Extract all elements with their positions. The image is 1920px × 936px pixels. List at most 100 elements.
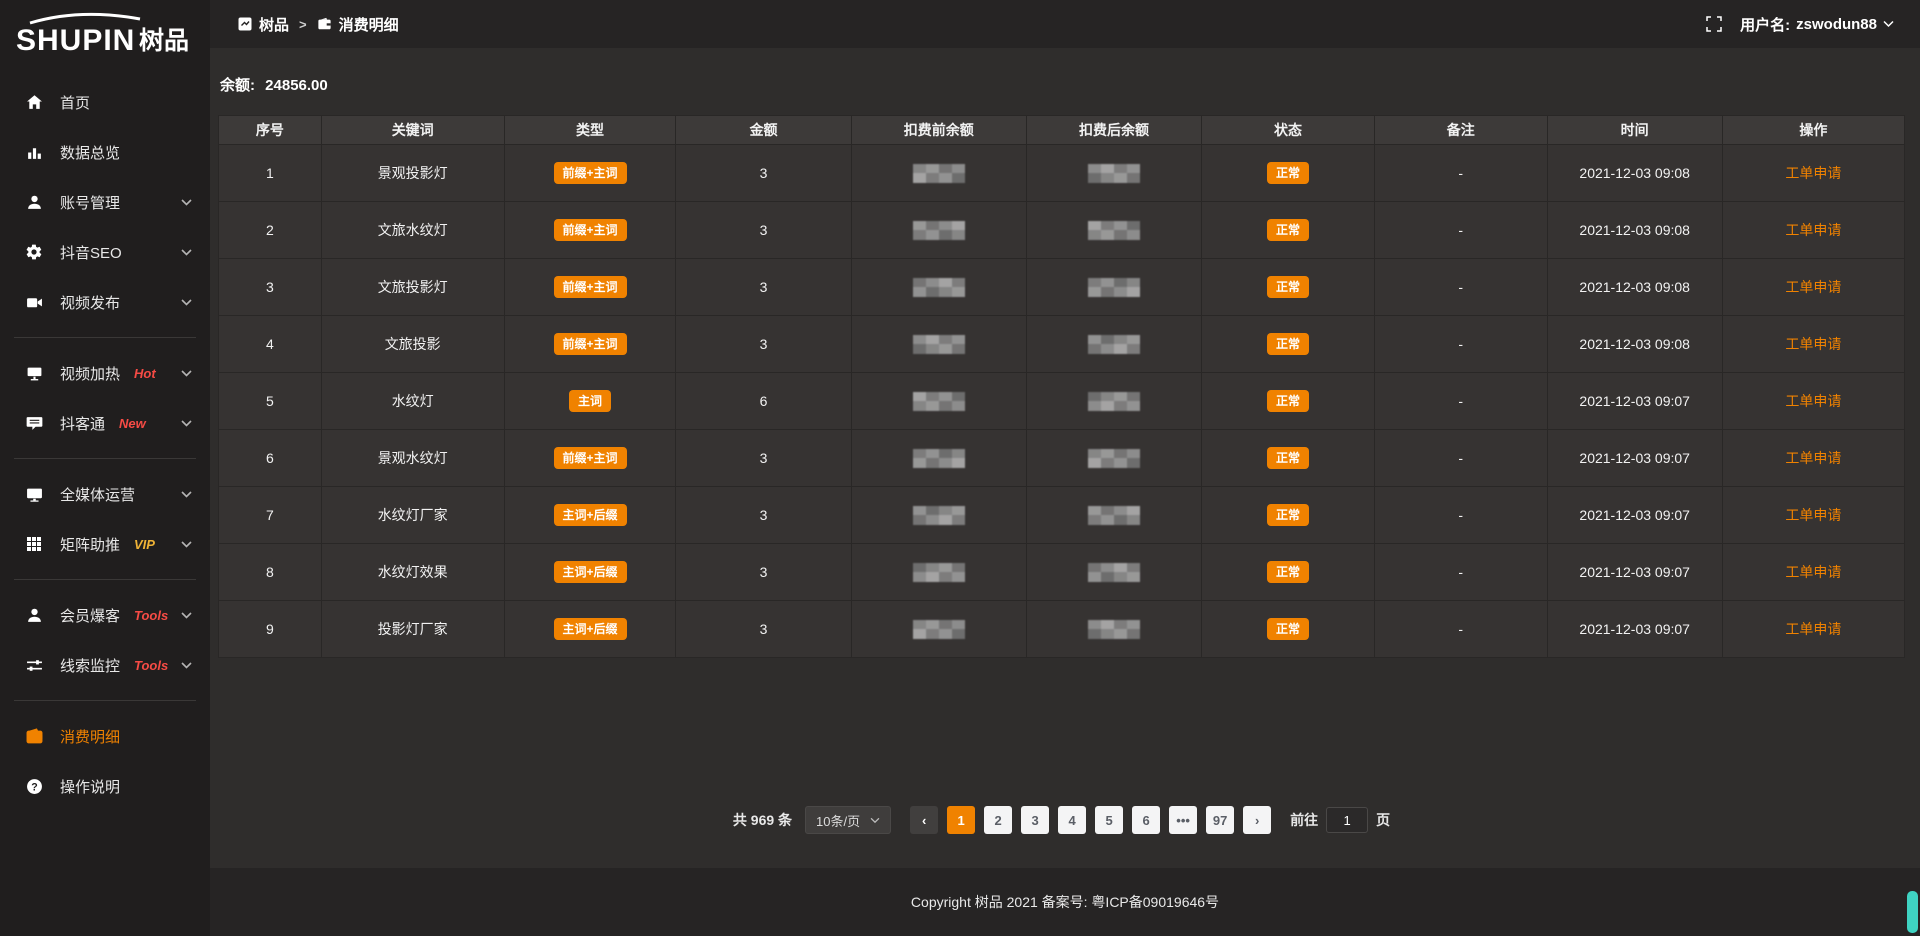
page-button-1[interactable]: 1 [947,806,975,834]
breadcrumb-home[interactable]: 树品 [238,14,289,35]
cell-remark: - [1375,487,1548,543]
cell-balance-before [852,544,1027,600]
cell-amount: 3 [676,487,851,543]
sidebar-item-member-burst[interactable]: 会员爆客 Tools [0,590,210,640]
goto-page-input[interactable] [1326,807,1368,833]
sidebar-item-lead-monitor[interactable]: 线索监控 Tools [0,640,210,690]
cell-keyword: 景观水纹灯 [322,430,505,486]
page-button-4[interactable]: 4 [1058,806,1086,834]
cell-status: 正常 [1202,145,1375,201]
sidebar-item-label: 视频发布 [60,292,120,313]
status-badge: 正常 [1267,561,1309,583]
sliders-icon [24,655,44,675]
col-header-no: 序号 [219,116,322,144]
sidebar-item-label: 矩阵助推 [60,534,120,555]
page-button-5[interactable]: 5 [1095,806,1123,834]
sidebar-item-douketong[interactable]: 抖客通 New [0,398,210,448]
goto-suffix: 页 [1376,810,1390,830]
type-badge: 主词+后缀 [554,504,627,526]
topbar-right: 用户名: zswodun88 [1706,14,1894,35]
cell-no: 9 [219,601,322,657]
sidebar-item-video-heat[interactable]: 视频加热 Hot [0,348,210,398]
app-window: SHUPIN 树品 首页 数据总览 账号管理 抖音SEO [0,0,1920,936]
breadcrumb-current[interactable]: 消费明细 [317,14,399,35]
topbar: 树品 > 消费明细 用户名: zswodun88 [210,0,1920,48]
redacted-balance [913,221,965,240]
work-order-link[interactable]: 工单申请 [1785,277,1841,297]
cell-time: 2021-12-03 09:08 [1548,259,1723,315]
more-pages-button[interactable]: ••• [1169,806,1197,834]
prev-page-button[interactable]: ‹ [910,806,938,834]
cell-no: 1 [219,145,322,201]
work-order-link[interactable]: 工单申请 [1785,163,1841,183]
username-label: 用户名: [1740,14,1790,35]
sidebar-item-label: 首页 [60,92,90,113]
redacted-balance [1088,620,1140,639]
sidebar-item-instructions[interactable]: ? 操作说明 [0,761,210,811]
page-button-6[interactable]: 6 [1132,806,1160,834]
work-order-link[interactable]: 工单申请 [1785,505,1841,525]
cell-no: 8 [219,544,322,600]
cell-no: 7 [219,487,322,543]
svg-text:?: ? [31,781,37,793]
chevron-down-icon [181,657,192,674]
page-size-select[interactable]: 10条/页 [805,806,891,834]
sidebar-item-account-mgmt[interactable]: 账号管理 [0,177,210,227]
breadcrumb-label: 树品 [259,14,289,35]
sidebar-item-data-overview[interactable]: 数据总览 [0,127,210,177]
cell-balance-after [1027,259,1202,315]
page-button-97[interactable]: 97 [1206,806,1234,834]
cell-type: 主词+后缀 [505,487,677,543]
work-order-link[interactable]: 工单申请 [1785,334,1841,354]
cell-action: 工单申请 [1723,259,1904,315]
video-camera-icon [24,292,44,312]
cell-balance-before [852,373,1027,429]
cell-status: 正常 [1202,487,1375,543]
table-row: 3 文旅投影灯 前缀+主词 3 正常 - 2021-12-03 09:08 工单… [219,259,1904,316]
sidebar-item-douyin-seo[interactable]: 抖音SEO [0,227,210,277]
sidebar-item-video-publish[interactable]: 视频发布 [0,277,210,327]
work-order-link[interactable]: 工单申请 [1785,619,1841,639]
page-buttons: 123456 ••• 97 [947,806,1234,834]
new-tag: New [119,416,146,431]
cell-status: 正常 [1202,316,1375,372]
cell-keyword: 景观投影灯 [322,145,505,201]
hot-tag: Hot [134,366,156,381]
cell-keyword: 水纹灯厂家 [322,487,505,543]
cell-amount: 3 [676,430,851,486]
type-badge: 主词+后缀 [554,561,627,583]
sidebar-divider [14,579,196,580]
redacted-balance [1088,278,1140,297]
logo-arc [30,14,140,23]
page-button-2[interactable]: 2 [984,806,1012,834]
scrollbar-thumb[interactable] [1907,891,1918,933]
work-order-link[interactable]: 工单申请 [1785,220,1841,240]
status-badge: 正常 [1267,504,1309,526]
sidebar-item-home[interactable]: 首页 [0,77,210,127]
table-row: 8 水纹灯效果 主词+后缀 3 正常 - 2021-12-03 09:07 工单… [219,544,1904,601]
work-order-link[interactable]: 工单申请 [1785,448,1841,468]
tools-tag: Tools [134,608,168,623]
table-row: 7 水纹灯厂家 主词+后缀 3 正常 - 2021-12-03 09:07 工单… [219,487,1904,544]
next-page-button[interactable]: › [1243,806,1271,834]
work-order-link[interactable]: 工单申请 [1785,562,1841,582]
sidebar-item-media-operation[interactable]: 全媒体运营 [0,469,210,519]
balance: 余额: 24856.00 [220,74,1905,95]
table-row: 2 文旅水纹灯 前缀+主词 3 正常 - 2021-12-03 09:08 工单… [219,202,1904,259]
type-badge: 前缀+主词 [554,333,627,355]
page-button-3[interactable]: 3 [1021,806,1049,834]
fullscreen-icon[interactable] [1706,16,1722,32]
redacted-balance [1088,164,1140,183]
user-menu[interactable]: 用户名: zswodun88 [1740,14,1894,35]
cell-time: 2021-12-03 09:07 [1548,373,1723,429]
cell-time: 2021-12-03 09:07 [1548,601,1723,657]
cell-balance-before [852,259,1027,315]
chevron-down-icon [1883,20,1894,28]
copyright-text: Copyright 树品 2021 备案号: 粤ICP备09019646号 [911,892,1219,912]
cell-keyword: 文旅投影灯 [322,259,505,315]
work-order-link[interactable]: 工单申请 [1785,391,1841,411]
cell-balance-after [1027,487,1202,543]
sidebar-item-consumption-detail[interactable]: 消费明细 [0,711,210,761]
sidebar-item-matrix-boost[interactable]: 矩阵助推 VIP [0,519,210,569]
cell-type: 主词 [505,373,677,429]
